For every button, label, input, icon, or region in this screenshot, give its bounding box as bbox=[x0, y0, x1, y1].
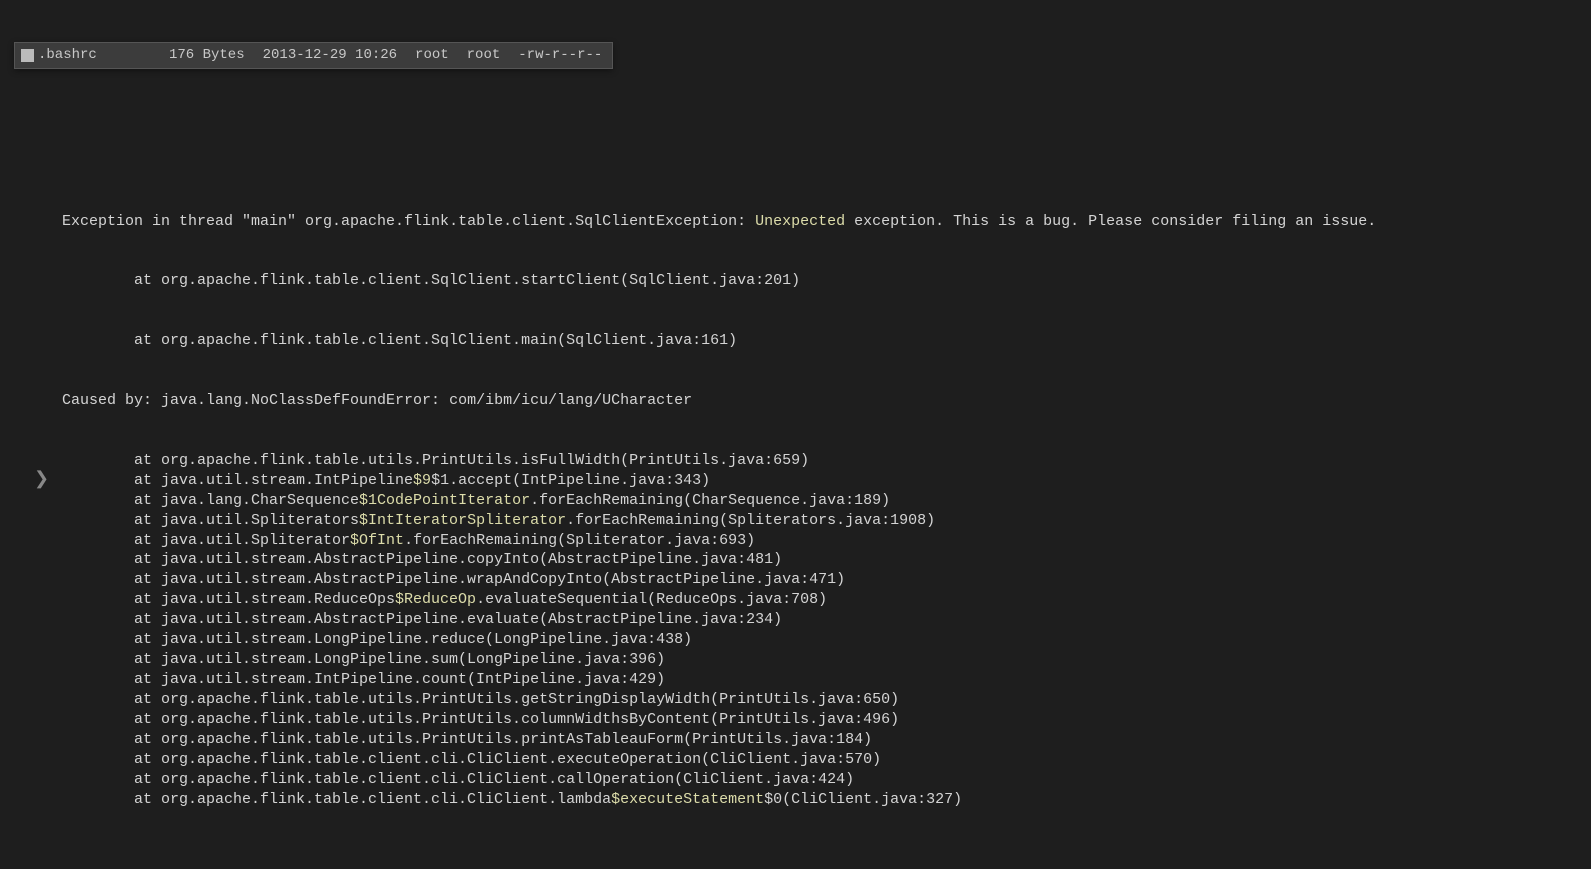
stack-frame: at org.apache.flink.table.utils.PrintUti… bbox=[62, 730, 1591, 750]
exception-head: Exception in thread "main" org.apache.fl… bbox=[62, 212, 1591, 232]
stack-frame: at org.apache.flink.table.client.SqlClie… bbox=[62, 331, 1591, 351]
stack-frame: at java.util.stream.AbstractPipeline.eva… bbox=[62, 610, 1591, 630]
stack-frame: at org.apache.flink.table.client.cli.Cli… bbox=[62, 750, 1591, 770]
tooltip-size: 176 Bytes bbox=[169, 46, 245, 65]
stack-frame: at java.util.stream.ReduceOps$ReduceOp.e… bbox=[62, 590, 1591, 610]
stack-frame: at java.util.stream.AbstractPipeline.cop… bbox=[62, 550, 1591, 570]
tooltip-perm: -rw-r--r-- bbox=[518, 46, 602, 65]
stack-frame: at java.util.Spliterators$IntIteratorSpl… bbox=[62, 511, 1591, 531]
tooltip-date: 2013-12-29 10:26 bbox=[263, 46, 397, 65]
stack-frame: at org.apache.flink.table.utils.PrintUti… bbox=[62, 451, 1591, 471]
stack-frame: at java.util.Spliterator$OfInt.forEachRe… bbox=[62, 531, 1591, 551]
stack-frame: at org.apache.flink.table.utils.PrintUti… bbox=[62, 690, 1591, 710]
stack-frame: at java.util.stream.AbstractPipeline.wra… bbox=[62, 570, 1591, 590]
stack-trace: Exception in thread "main" org.apache.fl… bbox=[62, 172, 1591, 850]
stack-frame: at org.apache.flink.table.client.SqlClie… bbox=[62, 271, 1591, 291]
file-icon bbox=[21, 49, 34, 62]
file-info-tooltip: .bashrc 176 Bytes 2013-12-29 10:26 root … bbox=[14, 42, 613, 69]
stack-frame: at org.apache.flink.table.client.cli.Cli… bbox=[62, 790, 1591, 810]
stack-frame: at org.apache.flink.table.client.cli.Cli… bbox=[62, 770, 1591, 790]
stack-frame: at java.util.stream.IntPipeline.count(In… bbox=[62, 670, 1591, 690]
tooltip-owner: root bbox=[415, 46, 449, 65]
caused-by: Caused by: java.lang.NoClassDefFoundErro… bbox=[62, 391, 1591, 411]
stack-frame: at org.apache.flink.table.utils.PrintUti… bbox=[62, 710, 1591, 730]
tooltip-group: root bbox=[467, 46, 501, 65]
stack-frame: at java.lang.CharSequence$1CodePointIter… bbox=[62, 491, 1591, 511]
chevron-right-icon[interactable]: ❯ bbox=[34, 469, 49, 493]
terminal-output[interactable]: Flink SQL> show tables; Exception in thr… bbox=[0, 0, 1591, 869]
stack-frame: at java.util.stream.LongPipeline.reduce(… bbox=[62, 630, 1591, 650]
tooltip-filename: .bashrc bbox=[21, 46, 151, 65]
stack-frame: at java.util.stream.IntPipeline$9$1.acce… bbox=[62, 471, 1591, 491]
stack-frame: at java.util.stream.LongPipeline.sum(Lon… bbox=[62, 650, 1591, 670]
